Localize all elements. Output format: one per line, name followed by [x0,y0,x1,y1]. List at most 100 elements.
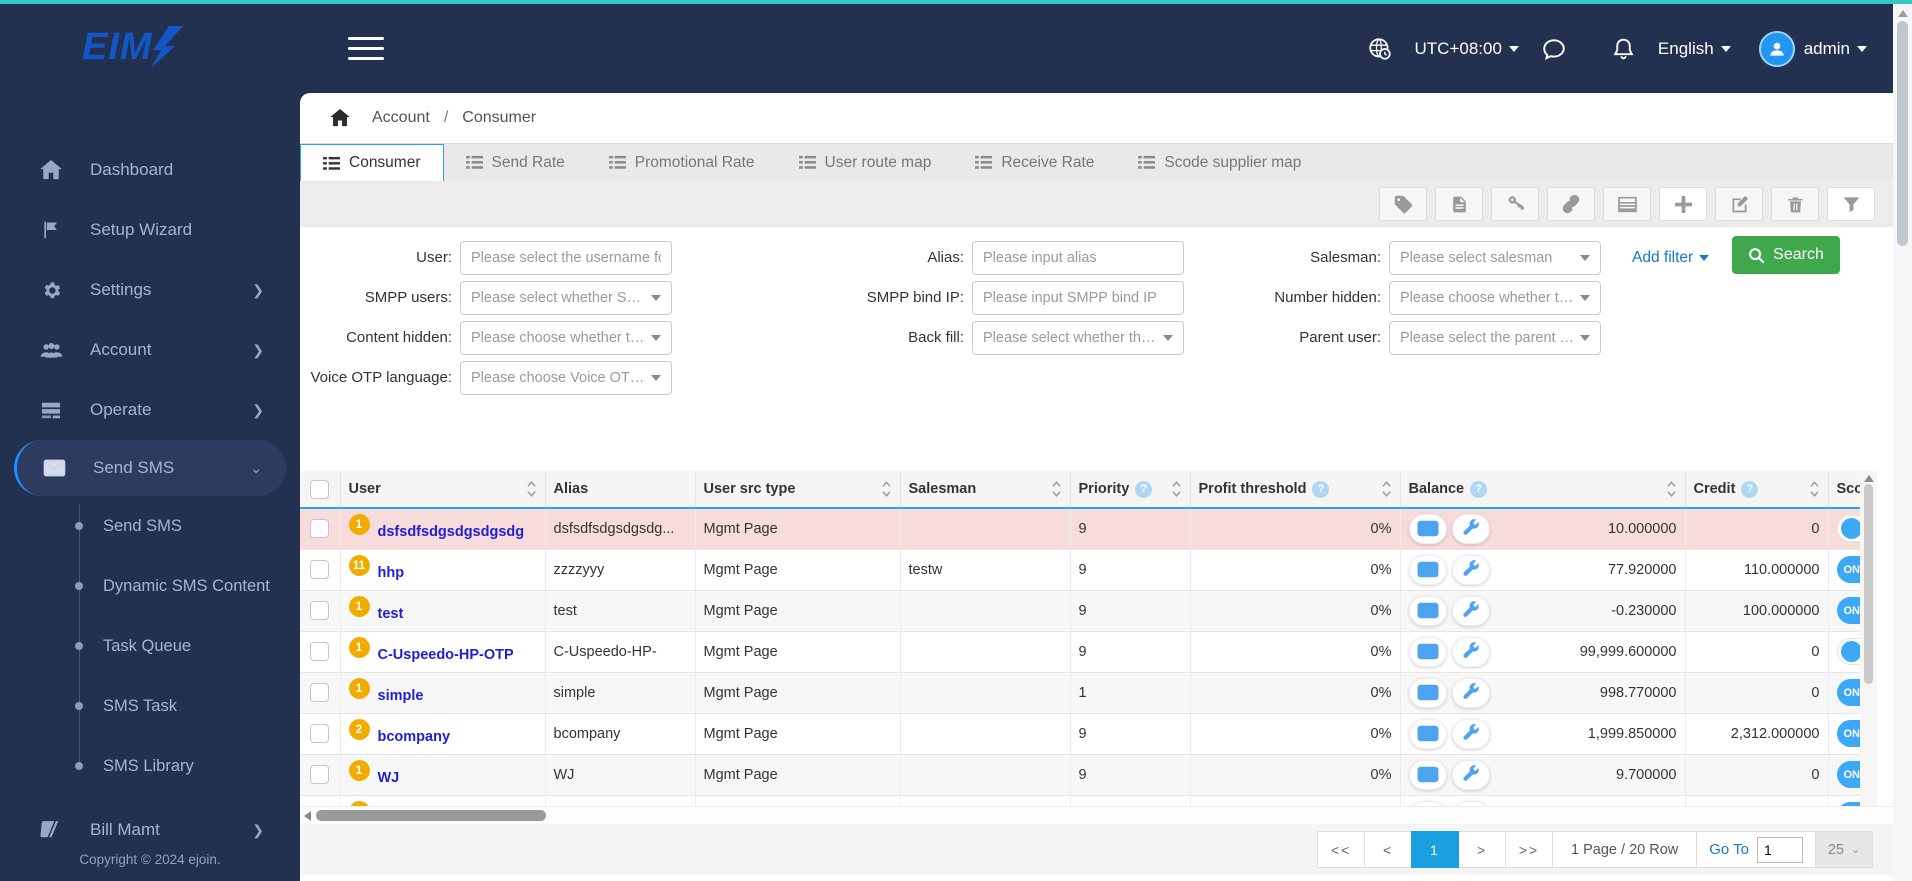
row-checkbox[interactable] [310,642,330,661]
sort-icon[interactable] [1381,480,1392,498]
page-size-select[interactable]: 25 ⌄ [1815,831,1873,868]
sidebar-item-account[interactable]: Account ❯ [0,320,300,380]
language-selector[interactable]: English [1658,39,1731,59]
wrench-button[interactable] [1451,677,1490,708]
last-page-button[interactable]: >> [1505,831,1554,868]
user-link[interactable]: test [378,606,404,622]
filter-select-voice-otp-language[interactable]: Please choose Voice OTP lan... [460,361,672,395]
current-page-button[interactable]: 1 [1411,831,1460,868]
select-all-checkbox[interactable] [310,479,330,499]
user-link[interactable]: WJ [378,770,400,786]
scode-toggle[interactable] [1836,638,1860,665]
text-input[interactable] [983,250,1173,266]
sort-icon[interactable] [1051,480,1062,498]
plus-button[interactable] [1659,187,1707,221]
user-menu[interactable]: admin [1758,30,1867,67]
chat-icon[interactable] [1541,36,1567,62]
tab-scode-supplier-map[interactable]: Scode supplier map [1116,144,1323,181]
scroll-left-arrow[interactable] [304,811,311,821]
filter-select-smpp-users[interactable]: Please select whether SMPP ... [460,281,672,315]
tab-promotional-rate[interactable]: Promotional Rate [587,144,777,181]
text-input[interactable] [471,250,661,266]
scode-toggle[interactable]: ON [1836,679,1860,706]
row-checkbox[interactable] [310,560,330,579]
money-button[interactable] [1408,718,1447,749]
money-button[interactable] [1408,595,1447,626]
add-filter-link[interactable]: Add filter [1632,249,1710,267]
timezone-selector[interactable]: UTC+08:00 [1367,36,1519,62]
scrollbar-thumb[interactable] [1897,21,1908,246]
text-input[interactable] [983,290,1173,306]
scode-toggle[interactable]: ON [1836,761,1860,788]
column-header-profit-threshold[interactable]: Profit threshold? [1190,471,1401,509]
scode-toggle[interactable] [1836,515,1860,543]
breadcrumb-item-consumer[interactable]: Consumer [462,109,536,127]
row-checkbox[interactable] [310,765,330,784]
scroll-up-arrow[interactable] [1897,10,1908,17]
home-icon[interactable] [330,109,350,127]
row-checkbox[interactable] [310,724,330,743]
column-header-salesman[interactable]: Salesman [900,471,1071,509]
user-link[interactable]: simple [378,688,424,704]
scode-toggle[interactable]: ON [1836,597,1860,624]
sidebar-item-setup-wizard[interactable]: Setup Wizard [0,200,300,260]
next-page-button[interactable]: > [1458,831,1507,868]
edit-button[interactable] [1715,187,1763,221]
goto-page-input[interactable] [1757,836,1803,863]
tag-button[interactable] [1379,187,1427,221]
wrench-button[interactable] [1451,554,1490,585]
link-button[interactable] [1547,187,1595,221]
help-icon[interactable]: ? [1470,480,1488,498]
sidebar-subitem-send-sms[interactable]: Send SMS [0,496,300,556]
table-horizontal-scrollbar[interactable] [300,806,1893,824]
trash-button[interactable] [1771,187,1819,221]
hamburger-menu-icon[interactable] [348,30,384,67]
scrollbar-thumb[interactable] [1864,484,1873,684]
prev-page-button[interactable]: < [1364,831,1413,868]
page-scrollbar[interactable] [1893,4,1912,881]
sidebar-subitem-task-queue[interactable]: Task Queue [0,616,300,676]
sidebar-subitem-sms-task[interactable]: SMS Task [0,676,300,736]
filter-select-back-fill[interactable]: Please select whether the us... [972,321,1184,355]
table-vertical-scrollbar[interactable] [1860,471,1877,824]
sort-icon[interactable] [1666,480,1677,498]
tab-user-route-map[interactable]: User route map [777,144,954,181]
user-link[interactable]: C-Uspeedo-HP-OTP [378,647,514,663]
money-button[interactable] [1408,554,1447,585]
sidebar-item-dashboard[interactable]: Dashboard [0,140,300,200]
breadcrumb-item-account[interactable]: Account [372,109,430,127]
sort-icon[interactable] [1171,480,1182,498]
user-link[interactable]: dsfsdfsdgsdgsdgsdg [378,524,525,540]
filter-button[interactable] [1827,187,1875,221]
column-header-priority[interactable]: Priority? [1070,471,1191,509]
help-icon[interactable]: ? [1741,480,1759,498]
help-icon[interactable]: ? [1135,480,1153,498]
filter-select-number-hidden[interactable]: Please choose whether to hi... [1389,281,1601,315]
sidebar-item-send-sms[interactable]: Send SMS ⌄ [14,440,286,496]
help-icon[interactable]: ? [1312,480,1330,498]
money-button[interactable] [1408,636,1447,667]
wrench-button[interactable] [1451,636,1490,667]
user-link[interactable]: hhp [378,565,405,581]
filter-select-salesman[interactable]: Please select salesman [1389,241,1601,275]
scrollbar-thumb[interactable] [316,810,546,821]
tab-send-rate[interactable]: Send Rate [444,144,587,181]
filter-select-content-hidden[interactable]: Please choose whether to hi... [460,321,672,355]
filter-select-parent-user[interactable]: Please select the parent user... [1389,321,1601,355]
wrench-button[interactable] [1451,759,1490,790]
tab-consumer[interactable]: Consumer [300,144,444,181]
file-button[interactable] [1435,187,1483,221]
tab-receive-rate[interactable]: Receive Rate [953,144,1116,181]
wrench-button[interactable] [1451,595,1490,626]
scode-toggle[interactable]: ON [1836,720,1860,747]
row-checkbox[interactable] [310,519,330,539]
first-page-button[interactable]: << [1317,831,1366,868]
money-button[interactable] [1408,677,1447,708]
column-header-credit[interactable]: Credit? [1685,471,1829,509]
sidebar-item-operate[interactable]: Operate ❯ [0,380,300,440]
filter-input-alias[interactable] [972,241,1184,275]
sidebar-subitem-sms-library[interactable]: SMS Library [0,736,300,796]
filter-input-smpp-bind-ip[interactable] [972,281,1184,315]
scroll-up-arrow[interactable] [1863,475,1874,482]
sidebar-subitem-dynamic-sms-content[interactable]: Dynamic SMS Content [0,556,300,616]
